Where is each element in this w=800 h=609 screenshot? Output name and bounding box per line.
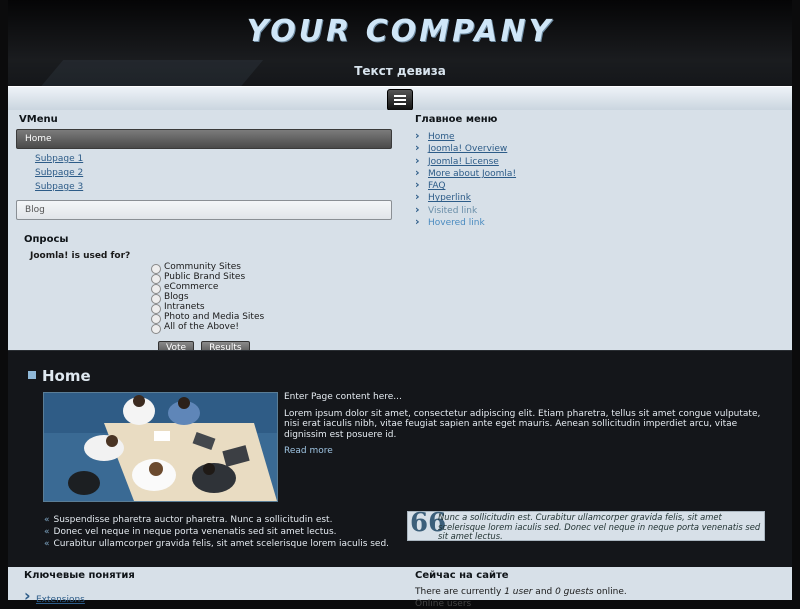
main-menu-link-hovered[interactable]: Hovered link — [428, 218, 485, 228]
main-menu-block: Главное меню Home Joomla! Overview Jooml… — [415, 114, 775, 229]
poll-option[interactable]: Intranets — [151, 302, 384, 314]
main-menu-item: Hyperlink — [415, 191, 775, 204]
article: Enter Page content here... Lorem ipsum d… — [284, 392, 774, 463]
main-menu-item: Joomla! Overview — [415, 142, 775, 155]
poll-question: Joomla! is used for? — [30, 251, 131, 261]
poll-block: Опросы Joomla! is used for? Community Si… — [24, 234, 384, 356]
main-menu-link-license[interactable]: Joomla! License — [428, 157, 499, 167]
vmenu-subpage-2[interactable]: Subpage 2 — [35, 168, 83, 178]
poll-option[interactable]: eCommerce — [151, 282, 384, 294]
article-intro: Enter Page content here... — [284, 392, 402, 402]
radio-icon[interactable] — [151, 324, 161, 334]
online-text: There are currently 1 user and 0 guests … — [415, 587, 627, 597]
read-more-link[interactable]: Read more — [284, 446, 333, 456]
poll-option[interactable]: Photo and Media Sites — [151, 312, 384, 324]
bottom-panel: Ключевые понятия Extensions Сейчас на са… — [8, 567, 792, 609]
vmenu-subpage-1[interactable]: Subpage 1 — [35, 154, 83, 164]
list-item: Suspendisse pharetra auctor pharetra. Nu… — [44, 514, 404, 526]
bullet-list: Suspendisse pharetra auctor pharetra. Nu… — [44, 514, 404, 550]
article-paragraph: Lorem ipsum dolor sit amet, consectetur … — [284, 408, 761, 440]
key-concepts-block: Ключевые понятия Extensions — [24, 570, 135, 606]
list-item: Curabitur ullamcorper gravida felis, sit… — [44, 538, 404, 550]
navbar — [8, 86, 792, 111]
main-menu-link-more[interactable]: More about Joomla! — [428, 169, 516, 179]
main-menu-link-home[interactable]: Home — [428, 132, 455, 142]
extensions-link[interactable]: Extensions — [36, 595, 85, 605]
vmenu-item-blog[interactable]: Blog — [16, 200, 392, 220]
quote-text: Nunc a sollicitudin est. Curabitur ullam… — [438, 512, 761, 542]
page-title: Home — [28, 367, 91, 385]
site-header: YOUR COMPANY Текст девиза — [8, 0, 792, 86]
main-content: Home Enter Page content here... Lorem ip… — [8, 350, 792, 568]
vmenu-block: VMenu Home Subpage 1 Subpage 2 Subpage 3… — [16, 114, 392, 220]
main-menu-link-overview[interactable]: Joomla! Overview — [428, 144, 507, 154]
vmenu-item-home[interactable]: Home — [16, 129, 392, 149]
site-slogan: Текст девиза — [354, 64, 446, 78]
hamburger-menu-icon[interactable] — [387, 89, 413, 111]
main-menu-item: Joomla! License — [415, 155, 775, 168]
main-menu-item: Home — [415, 130, 775, 143]
who-online-title: Сейчас на сайте — [415, 570, 509, 581]
list-item: Donec vel neque in neque porta venenatis… — [44, 526, 404, 538]
key-concepts-title: Ключевые понятия — [24, 570, 135, 581]
main-menu-item: More about Joomla! — [415, 167, 775, 180]
poll-title: Опросы — [24, 234, 69, 245]
main-menu-title: Главное меню — [415, 114, 498, 125]
top-panel: VMenu Home Subpage 1 Subpage 2 Subpage 3… — [8, 110, 792, 356]
vmenu-subpage-3[interactable]: Subpage 3 — [35, 182, 83, 192]
poll-option[interactable]: Public Brand Sites — [151, 272, 384, 284]
company-logo[interactable]: YOUR COMPANY — [8, 14, 792, 49]
vmenu-title: VMenu — [19, 114, 58, 125]
title-square-icon — [28, 371, 36, 379]
poll-options: Community Sites Public Brand Sites eComm… — [151, 262, 384, 356]
online-users-label: Online users — [415, 599, 472, 609]
main-menu-item: Hovered link — [415, 216, 775, 229]
poll-option[interactable]: All of the Above! — [151, 322, 384, 334]
main-menu-link-faq[interactable]: FAQ — [428, 181, 445, 191]
main-menu-item: FAQ — [415, 179, 775, 192]
main-menu-item: Visited link — [415, 204, 775, 217]
poll-option[interactable]: Community Sites — [151, 262, 384, 274]
main-menu-link-hyperlink[interactable]: Hyperlink — [428, 193, 471, 203]
main-menu-link-visited[interactable]: Visited link — [428, 206, 477, 216]
meeting-photo — [43, 392, 278, 502]
who-online-block: Сейчас на сайте There are currently 1 us… — [415, 570, 627, 609]
blockquote: 66 Nunc a sollicitudin est. Curabitur ul… — [407, 508, 765, 542]
poll-option[interactable]: Blogs — [151, 292, 384, 304]
